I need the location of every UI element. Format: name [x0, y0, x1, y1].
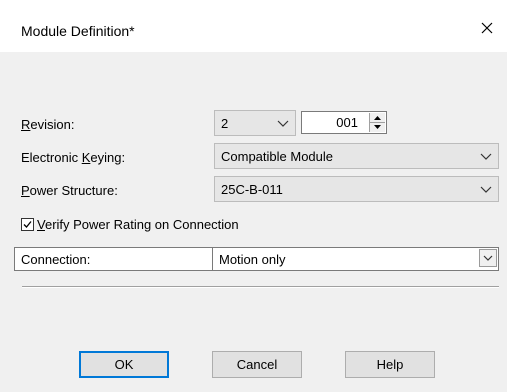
verify-power-rating-checkbox[interactable]: Verify Power Rating on Connection [21, 217, 239, 232]
revision-major-value: 2 [221, 116, 229, 131]
power-structure-value: 25C-B-011 [221, 182, 283, 197]
power-structure-select[interactable]: 25C-B-011 [214, 176, 499, 202]
close-button[interactable] [467, 14, 507, 42]
close-icon [481, 22, 493, 34]
connection-value: Motion only [219, 252, 286, 267]
connection-label: Connection: [21, 252, 91, 267]
verify-power-rating-label: Verify Power Rating on Connection [37, 217, 239, 232]
power-structure-label: Power Structure: [21, 183, 118, 198]
arrow-down-icon [374, 124, 381, 129]
connection-label-cell: Connection: [15, 248, 213, 270]
ok-button[interactable]: OK [79, 351, 169, 378]
arrow-up-icon [374, 115, 381, 120]
revision-minor-value: 001 [336, 115, 358, 130]
help-button[interactable]: Help [345, 351, 435, 378]
check-icon [23, 221, 32, 228]
stepper-buttons [369, 113, 385, 132]
electronic-keying-label: Electronic Keying: [21, 150, 126, 165]
cancel-button[interactable]: Cancel [212, 351, 302, 378]
electronic-keying-value: Compatible Module [221, 149, 334, 164]
stepper-down-button[interactable] [370, 122, 385, 131]
chevron-down-icon [480, 186, 492, 193]
module-definition-dialog: Module Definition* Revision: 2 001 Elect… [0, 0, 507, 392]
revision-label: Revision: [21, 117, 75, 132]
connection-dropdown-button[interactable] [479, 249, 497, 267]
connection-field[interactable]: Connection: Motion only [14, 247, 499, 271]
checkbox-box[interactable] [21, 218, 34, 231]
revision-major-select[interactable]: 2 [214, 110, 296, 136]
chevron-down-icon [277, 120, 289, 127]
separator [22, 286, 499, 288]
electronic-keying-select[interactable]: Compatible Module [214, 143, 499, 169]
title-bar: Module Definition* [0, 0, 507, 52]
chevron-down-icon [483, 255, 493, 261]
revision-minor-stepper[interactable]: 001 [301, 111, 387, 134]
dialog-title: Module Definition* [21, 23, 135, 39]
chevron-down-icon [480, 153, 492, 160]
